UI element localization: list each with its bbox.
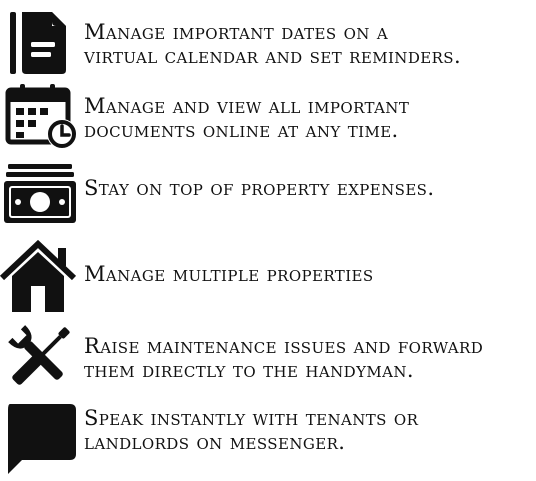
feature-text: Manage important dates on a virtual cale… (84, 20, 461, 68)
feature-text-line: documents online at any time. (84, 118, 399, 142)
cash-stack-icon (0, 162, 80, 226)
wrench-screwdriver-icon (0, 320, 80, 394)
feature-text: Raise maintenance issues and forward the… (84, 334, 483, 382)
feature-text-line: Raise maintenance issues and forward (84, 334, 484, 358)
feature-text-line: landlords on messenger. (84, 430, 346, 454)
feature-item-maintenance: Raise maintenance issues and forward the… (0, 320, 536, 396)
calendar-clock-icon (0, 82, 80, 152)
feature-text: Speak instantly with tenants or landlord… (84, 406, 418, 454)
feature-text-line: Manage multiple properties (84, 262, 374, 286)
feature-text-line: them directly to the handyman. (84, 358, 414, 382)
chat-bubble-icon (0, 400, 80, 476)
feature-item-dates: Manage important dates on a virtual cale… (0, 8, 536, 78)
feature-text-line: Speak instantly with tenants or (84, 406, 419, 430)
feature-text: Manage and view all important documents … (84, 94, 409, 142)
feature-item-expenses: Stay on top of property expenses. (0, 162, 536, 228)
feature-text: Manage multiple properties (84, 262, 374, 286)
document-icon (0, 8, 76, 76)
feature-item-properties: Manage multiple properties (0, 240, 536, 316)
house-icon (0, 240, 80, 314)
feature-text-line: virtual calendar and set reminders. (84, 44, 462, 68)
feature-text-line: Stay on top of property expenses. (84, 176, 435, 200)
feature-text-line: Manage important dates on a (84, 20, 389, 44)
feature-item-documents: Manage and view all important documents … (0, 82, 536, 152)
feature-item-messenger: Speak instantly with tenants or landlord… (0, 400, 536, 478)
feature-text: Stay on top of property expenses. (84, 176, 434, 200)
feature-text-line: Manage and view all important (84, 94, 410, 118)
